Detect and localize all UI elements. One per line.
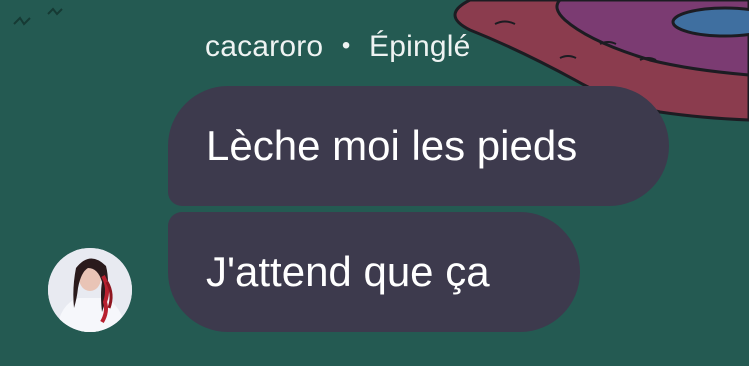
message-sender-header: cacaroro • Épinglé — [205, 30, 471, 64]
message-bubble[interactable]: Lèche moi les pieds — [168, 86, 669, 206]
message-text: Lèche moi les pieds — [206, 122, 578, 169]
message-text: J'attend que ça — [206, 248, 490, 295]
avatar-image — [48, 248, 132, 332]
sender-name[interactable]: cacaroro — [205, 30, 323, 63]
message-bubble[interactable]: J'attend que ça — [168, 212, 580, 332]
separator-dot: • — [341, 32, 351, 59]
avatar[interactable] — [48, 248, 132, 332]
pinned-label: Épinglé — [369, 30, 471, 63]
